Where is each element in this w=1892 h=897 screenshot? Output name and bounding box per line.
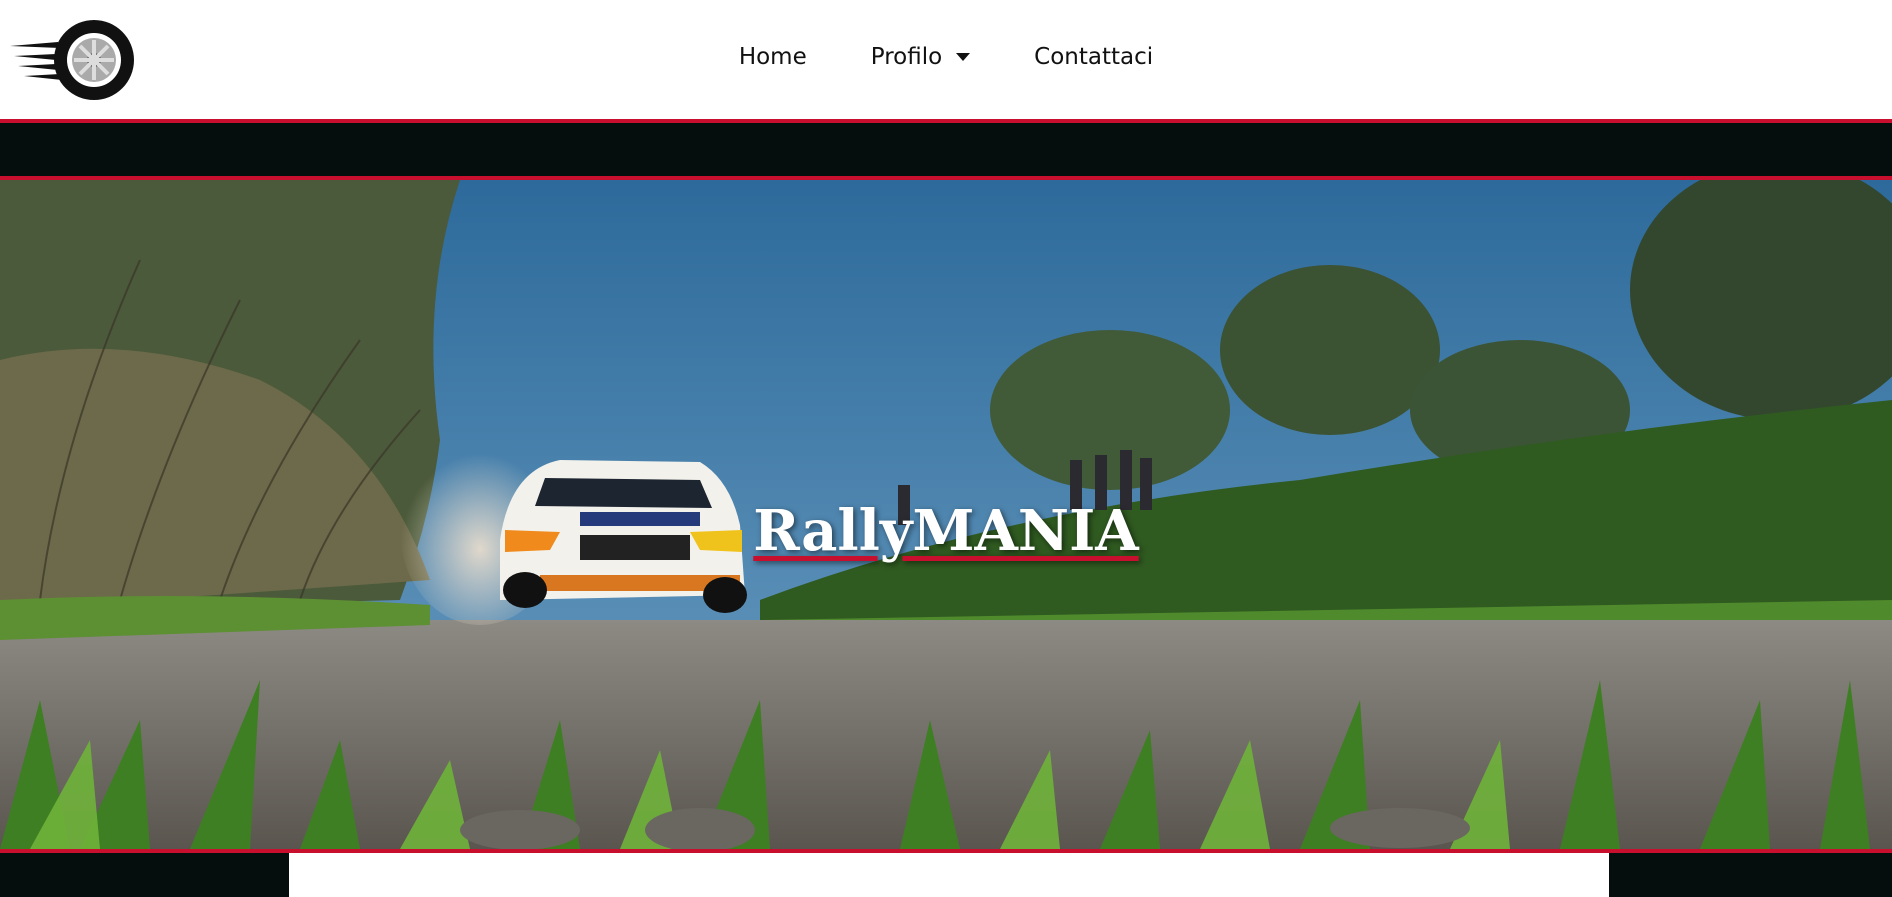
hero-title: RallyMANIA [0, 498, 1892, 564]
page-bottom-band [0, 853, 1892, 897]
content-card [289, 853, 1609, 897]
main-nav: Home Profilo Contattaci [0, 44, 1892, 70]
dark-band [0, 123, 1892, 180]
nav-contattaci-label: Contattaci [1034, 44, 1154, 70]
nav-home-link[interactable]: Home [707, 44, 839, 70]
caret-down-icon [956, 53, 971, 61]
hero-banner: RallyMANIA [0, 180, 1892, 853]
nav-home-label: Home [738, 44, 807, 70]
nav-profilo-label: Profilo [870, 44, 943, 70]
site-header: Home Profilo Contattaci [0, 0, 1892, 123]
nav-profilo-dropdown[interactable]: Profilo [839, 44, 1002, 70]
hero-title-text: RallyMANIA [753, 498, 1139, 564]
nav-contattaci-link[interactable]: Contattaci [1002, 44, 1185, 70]
